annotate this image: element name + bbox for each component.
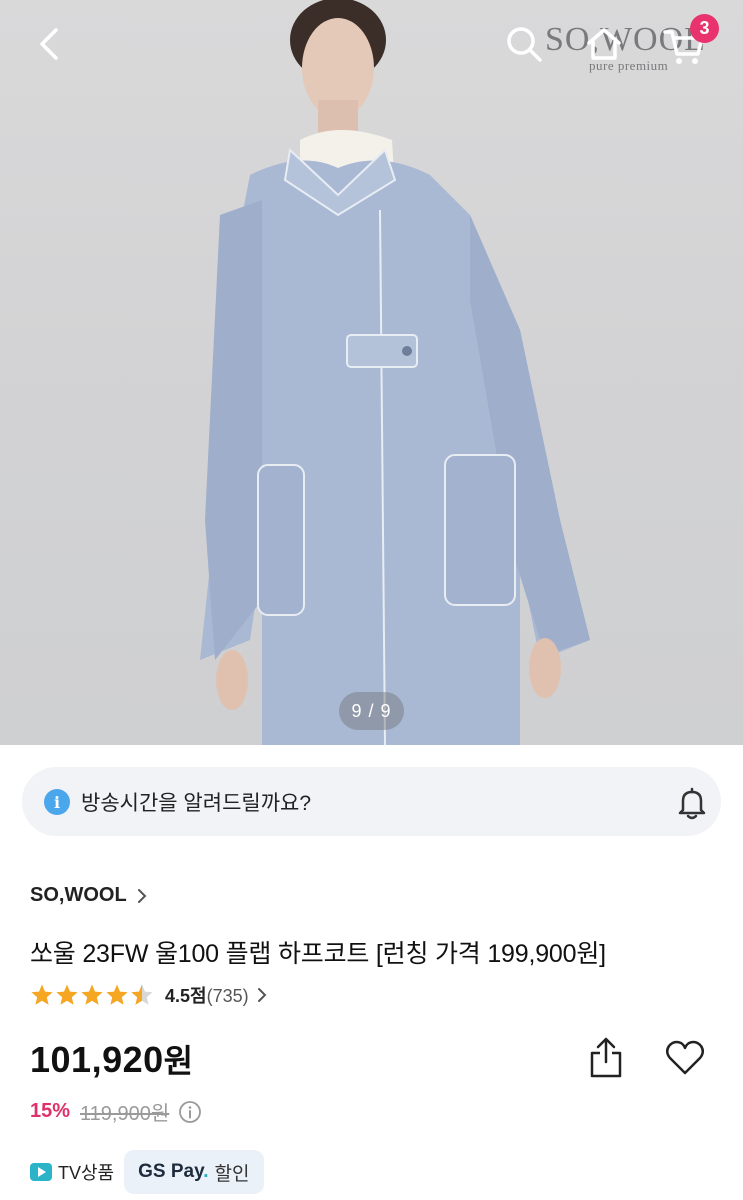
tv-product-label: TV상품 [58,1163,115,1183]
original-price: 119,900원 [80,1103,170,1125]
cart-count-badge: 3 [690,14,719,43]
heart-icon[interactable] [665,1040,705,1081]
back-icon[interactable] [25,20,73,68]
star-icon [106,984,128,1005]
gspay-logo: GS Pay. [138,1161,208,1183]
star-icon [56,984,78,1005]
share-icon[interactable] [586,1036,626,1085]
bell-icon[interactable] [674,785,710,826]
brand-link[interactable]: SO,WOOL [30,884,147,907]
benefit-tags: TV상품 GS Pay. 할인 [30,1150,264,1194]
gallery-pager: 9 / 9 [339,692,404,730]
product-image-gallery[interactable]: SO,WOOL pure premium 3 9 / 9 [0,0,743,745]
price-unit: 원 [163,1043,194,1079]
info-circle-icon[interactable] [178,1100,202,1124]
gspay-brand: GS Pay [138,1161,204,1182]
rating-summary[interactable]: 4.5점(735) [30,982,267,1008]
gspay-discount-label: 할인 [214,1163,250,1185]
chevron-right-icon [257,988,267,1002]
discount-rate: 15% [30,1100,71,1122]
discount-info: 15% 119,900원 [30,1097,202,1126]
rating-score: 4.5점 [165,986,207,1006]
product-photo [200,0,590,745]
star-half-icon [131,984,153,1005]
review-count: (735) [206,986,249,1006]
star-icon [31,984,53,1005]
star-rating [30,983,155,1007]
gspay-brand-dot: . [203,1161,209,1182]
broadcast-alert-text: 방송시간을 알려드릴까요? [81,792,312,815]
search-icon[interactable] [500,20,548,68]
home-icon[interactable] [580,20,628,68]
tv-icon [30,1163,52,1181]
product-title: 쏘울 23FW 울100 플랩 하프코트 [런칭 가격 199,900원] [30,940,606,968]
broadcast-alert-banner[interactable]: i 방송시간을 알려드릴까요? [22,767,721,836]
brand-name: SO,WOOL [30,884,127,906]
star-icon [81,984,103,1005]
rating-text: 4.5점(735) [165,982,249,1008]
chevron-right-icon [137,888,147,903]
info-icon: i [44,789,70,815]
sale-price: 101,920원 [30,1036,194,1082]
tv-product-tag: TV상품 [30,1159,114,1185]
gspay-discount-tag[interactable]: GS Pay. 할인 [124,1150,264,1194]
sale-price-value: 101,920 [30,1039,164,1080]
